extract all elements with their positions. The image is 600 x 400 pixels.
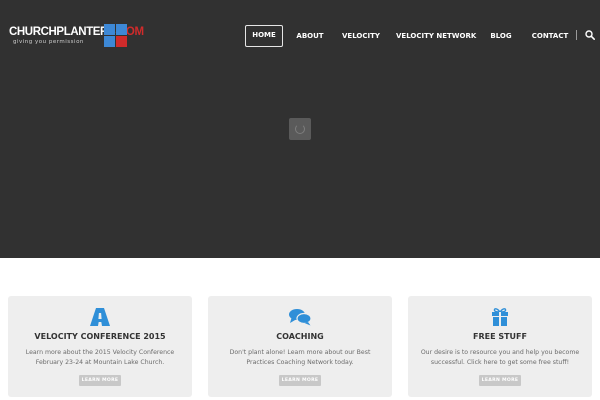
search-icon[interactable] <box>585 30 595 40</box>
learn-more-button[interactable]: LEARN MORE <box>479 375 521 386</box>
nav-item-velocity-network[interactable]: VELOCITY NETWORK <box>396 25 476 47</box>
hero-banner: CHURCHPLANTERS.COM giving you permission… <box>0 0 600 258</box>
learn-more-button[interactable]: LEARN MORE <box>279 375 321 386</box>
road-icon <box>90 308 110 326</box>
card-description: Learn more about the 2015 Velocity Confe… <box>25 349 175 366</box>
main-nav: HOME ABOUT VELOCITY VELOCITY NETWORK BLO… <box>0 25 600 47</box>
nav-item-home[interactable]: HOME <box>245 25 283 47</box>
chat-bubbles-icon <box>289 309 312 326</box>
card-description: Don't plant alone! Learn more about our … <box>229 349 371 366</box>
nav-divider <box>576 30 577 40</box>
nav-item-about[interactable]: ABOUT <box>292 25 328 47</box>
card-description: Our desire is to resource you and help y… <box>420 349 580 366</box>
nav-item-velocity[interactable]: VELOCITY <box>339 25 383 47</box>
nav-item-blog[interactable]: BLOG <box>486 25 516 47</box>
feature-card-free-stuff: FREE STUFF Our desire is to resource you… <box>408 296 592 397</box>
card-title: FREE STUFF <box>473 332 527 341</box>
loading-spinner-icon <box>289 118 311 140</box>
learn-more-button[interactable]: LEARN MORE <box>79 375 121 386</box>
feature-card-coaching: COACHING Don't plant alone! Learn more a… <box>208 296 392 397</box>
card-title: VELOCITY CONFERENCE 2015 <box>34 332 166 341</box>
card-title: COACHING <box>276 332 324 341</box>
feature-card-velocity: VELOCITY CONFERENCE 2015 Learn more abou… <box>8 296 192 397</box>
nav-item-contact[interactable]: CONTACT <box>529 25 571 47</box>
gift-icon <box>492 308 508 326</box>
